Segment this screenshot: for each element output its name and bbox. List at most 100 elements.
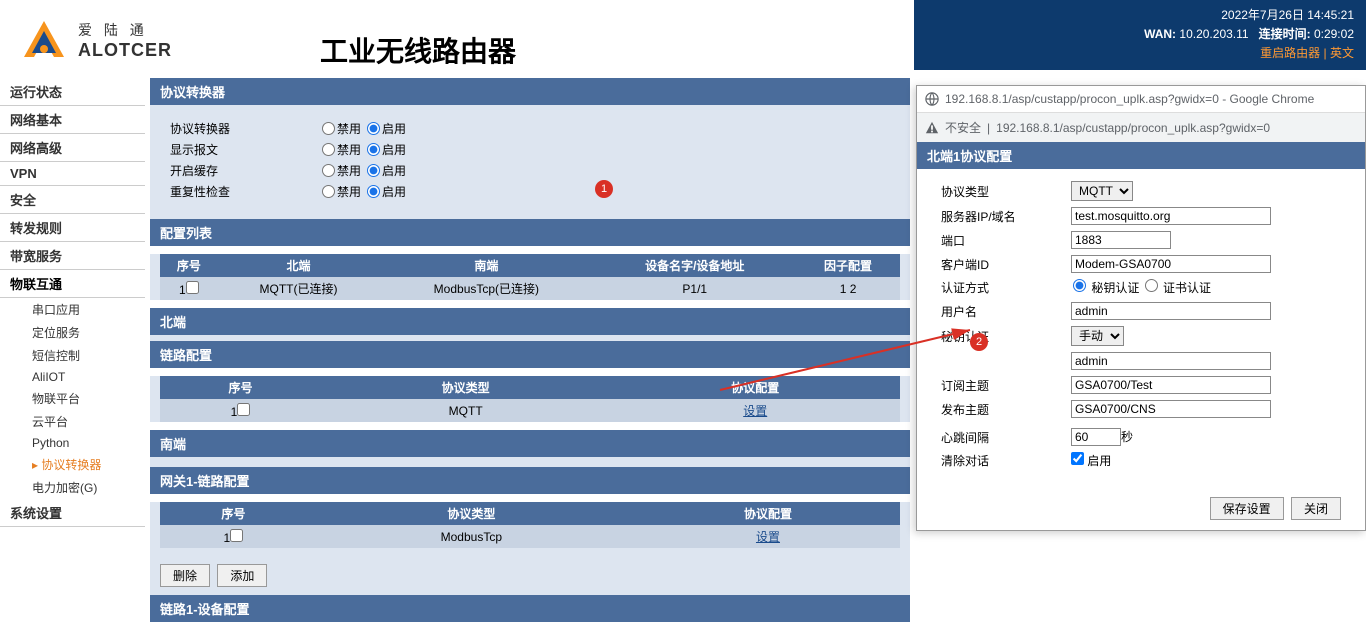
save-button[interactable]: 保存设置	[1210, 497, 1284, 520]
sub-sms[interactable]: 短信控制	[32, 344, 145, 367]
section-north: 北端	[150, 308, 910, 335]
radio-converter-enable[interactable]	[367, 122, 380, 135]
radio-msg-disable[interactable]	[322, 143, 335, 156]
radio-cache-disable[interactable]	[322, 164, 335, 177]
checkbox-clear-session[interactable]	[1071, 452, 1084, 465]
radio-auth-cert[interactable]	[1145, 279, 1158, 292]
menu-iot[interactable]: 物联互通	[0, 270, 145, 298]
select-secret-mode[interactable]: 手动	[1071, 326, 1124, 346]
th-north: 北端	[218, 254, 380, 277]
sub-iot-platform[interactable]: 物联平台	[32, 387, 145, 410]
content: 协议转换器 协议转换器 禁用 启用 显示报文 禁用 启用 开启缓存 禁用 启用 …	[150, 78, 910, 622]
sub-cloud[interactable]: 云平台	[32, 410, 145, 433]
annotation-badge-1: 1	[595, 180, 613, 198]
input-clientid[interactable]	[1071, 255, 1271, 273]
table-row: 1 ModbusTcp 设置	[160, 525, 900, 548]
radio-dup-enable[interactable]	[367, 185, 380, 198]
wan-ip: 10.20.203.11	[1179, 27, 1248, 41]
label-auth: 认证方式	[941, 279, 1071, 296]
input-port[interactable]	[1071, 231, 1171, 249]
input-secret[interactable]	[1071, 352, 1271, 370]
label-sub: 订阅主题	[941, 377, 1071, 394]
label-heartbeat: 心跳间隔	[941, 429, 1071, 446]
menu-net-basic[interactable]: 网络基本	[0, 106, 145, 134]
label-clear: 清除对话	[941, 452, 1071, 469]
menu-vpn[interactable]: VPN	[0, 162, 145, 186]
row-checkbox[interactable]	[186, 281, 199, 294]
sub-protocol-converter[interactable]: 协议转换器	[32, 453, 145, 476]
input-sub-topic[interactable]	[1071, 376, 1271, 394]
converter-settings: 协议转换器 禁用 启用 显示报文 禁用 启用 开启缓存 禁用 启用 重复性检查 …	[150, 105, 910, 219]
logo-en: ALOTCER	[78, 40, 172, 61]
sub-serial[interactable]: 串口应用	[32, 298, 145, 321]
sub-location[interactable]: 定位服务	[32, 321, 145, 344]
radio-cache-enable[interactable]	[367, 164, 380, 177]
radio-msg-enable[interactable]	[367, 143, 380, 156]
gateway-settings[interactable]: 设置	[756, 530, 780, 544]
radio-auth-key[interactable]	[1073, 279, 1086, 292]
popup-body: 协议类型 MQTT 服务器IP/域名 端口 客户端ID 认证方式 秘钥认证 证书…	[917, 169, 1365, 487]
lang-link[interactable]: 英文	[1330, 46, 1354, 60]
sidebar: 运行状态 网络基本 网络高级 VPN 安全 转发规则 带宽服务 物联互通 串口应…	[0, 78, 145, 527]
datetime: 2022年7月26日 14:45:21	[1221, 8, 1354, 22]
th-factor: 因子配置	[796, 254, 900, 277]
label-converter: 协议转换器	[170, 120, 320, 137]
label-user: 用户名	[941, 303, 1071, 320]
logo-cn: 爱 陆 通	[78, 20, 172, 40]
popup-url: 192.168.8.1/asp/custapp/procon_uplk.asp?…	[996, 121, 1270, 135]
close-button[interactable]: 关闭	[1291, 497, 1341, 520]
section-link1-device: 链路1-设备配置	[150, 595, 910, 622]
annotation-badge-2: 2	[970, 333, 988, 351]
label-proto-type: 协议类型	[941, 183, 1071, 200]
delete-button[interactable]: 删除	[160, 564, 210, 587]
table-row: 1 MQTT 设置	[160, 399, 900, 422]
section-link-cfg: 链路配置	[150, 341, 910, 368]
input-heartbeat[interactable]	[1071, 428, 1121, 446]
input-server[interactable]	[1071, 207, 1271, 225]
radio-converter-disable[interactable]	[322, 122, 335, 135]
menu-net-adv[interactable]: 网络高级	[0, 134, 145, 162]
label-pub: 发布主题	[941, 401, 1071, 418]
config-table: 序号 北端 南端 设备名字/设备地址 因子配置 1 MQTT(已连接) Modb…	[160, 254, 900, 300]
input-user[interactable]	[1071, 302, 1271, 320]
menu-forward[interactable]: 转发规则	[0, 214, 145, 242]
radio-dup-disable[interactable]	[322, 185, 335, 198]
th-device: 设备名字/设备地址	[593, 254, 796, 277]
popup-section: 北端1协议配置	[917, 142, 1365, 169]
sub-aliiot[interactable]: AliIOT	[32, 367, 145, 387]
label-port: 端口	[941, 232, 1071, 249]
label-show-msg: 显示报文	[170, 141, 320, 158]
menu-system[interactable]: 系统设置	[0, 499, 145, 527]
section-south: 南端	[150, 430, 910, 457]
label-dupcheck: 重复性检查	[170, 183, 320, 200]
logo-icon	[20, 19, 68, 61]
section-protocol-converter: 协议转换器	[150, 78, 910, 105]
status-bar: 2022年7月26日 14:45:21 WAN: 10.20.203.11 连接…	[914, 0, 1366, 70]
section-gateway: 网关1-链路配置	[150, 467, 910, 494]
input-pub-topic[interactable]	[1071, 400, 1271, 418]
sub-python[interactable]: Python	[32, 433, 145, 453]
gateway-table: 序号 协议类型 协议配置 1 ModbusTcp 设置	[160, 502, 900, 548]
logo-area: 爱 陆 通 ALOTCER	[0, 0, 320, 80]
menu-bandwidth[interactable]: 带宽服务	[0, 242, 145, 270]
iot-submenu: 串口应用 定位服务 短信控制 AliIOT 物联平台 云平台 Python 协议…	[0, 298, 145, 499]
conn-time: 0:29:02	[1314, 27, 1354, 41]
add-button[interactable]: 添加	[217, 564, 267, 587]
link-settings[interactable]: 设置	[743, 404, 767, 418]
popup-title: 192.168.8.1/asp/custapp/procon_uplk.asp?…	[945, 92, 1314, 106]
select-proto-type[interactable]: MQTT	[1071, 181, 1133, 201]
menu-runtime[interactable]: 运行状态	[0, 78, 145, 106]
sub-power-enc[interactable]: 电力加密(G)	[32, 476, 145, 499]
conn-label: 连接时间:	[1259, 27, 1311, 41]
table-row: 1 MQTT(已连接) ModbusTcp(已连接) P1/1 1 2	[160, 277, 900, 300]
row-checkbox[interactable]	[237, 403, 250, 416]
link-table: 序号 协议类型 协议配置 1 MQTT 设置	[160, 376, 900, 422]
reboot-link[interactable]: 重启路由器	[1260, 46, 1320, 60]
popup-window: 192.168.8.1/asp/custapp/procon_uplk.asp?…	[916, 85, 1366, 531]
menu-security[interactable]: 安全	[0, 186, 145, 214]
insecure-label: 不安全	[945, 119, 981, 136]
label-cache: 开启缓存	[170, 162, 320, 179]
th-south: 南端	[379, 254, 593, 277]
row-checkbox[interactable]	[230, 529, 243, 542]
popup-titlebar: 192.168.8.1/asp/custapp/procon_uplk.asp?…	[917, 86, 1365, 113]
